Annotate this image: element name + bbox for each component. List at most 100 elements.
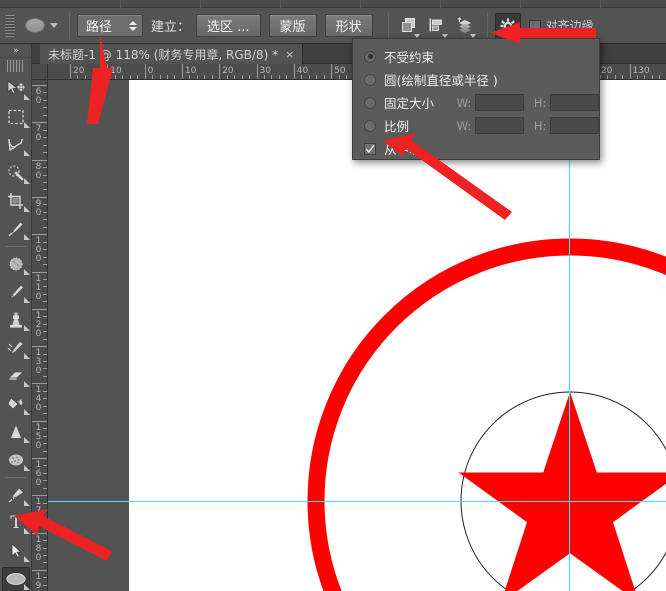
width-label: W: <box>456 95 472 110</box>
tool-mode-select[interactable]: 路径 <box>77 14 143 37</box>
brush-tool[interactable] <box>0 278 32 306</box>
width-label: W: <box>456 118 472 133</box>
path-selection-tool[interactable] <box>0 537 32 565</box>
ruler-label: 60 <box>35 87 42 106</box>
popup-radio-row-2[interactable]: 固定大小 W: H: <box>353 91 599 114</box>
path-alignment-icon[interactable] <box>424 13 450 39</box>
ruler-label: 110 <box>35 273 42 302</box>
collapse-tools-icon[interactable]: » <box>0 44 31 58</box>
popup-radio-row-1[interactable]: 圆(绘制直径或半径 ) <box>353 68 599 91</box>
ruler-tick-major <box>32 196 47 198</box>
make-shape-button[interactable]: 形状 <box>324 14 373 37</box>
ruler-label: 90 <box>35 198 42 218</box>
popup-option-label: 从中心 <box>384 142 422 157</box>
height-label: H: <box>533 95 547 110</box>
spot-healing-brush-tool[interactable] <box>0 250 32 278</box>
photoshop-window: 路径 建立： 选区 ... 蒙版 形状 对齐边缘 » T 未标题-1 @ 118… <box>0 0 666 591</box>
height-input-2[interactable] <box>550 94 599 111</box>
align-edges-label: 对齐边缘 <box>545 19 594 33</box>
ruler-tick-major <box>32 532 47 534</box>
ruler-label: 130 <box>35 348 42 377</box>
align-edges-checkbox[interactable]: 对齐边缘 <box>528 17 594 34</box>
document-tab[interactable]: 未标题-1 @ 118% (财务专用章, RGB/8) * × <box>40 44 304 64</box>
options-bar-grip[interactable] <box>5 14 15 37</box>
eyedropper-tool[interactable] <box>0 215 32 243</box>
ruler-label: 20 <box>73 66 85 76</box>
create-label: 建立： <box>151 20 191 35</box>
stepper-arrows-icon[interactable] <box>129 20 137 31</box>
popup-option-label: 固定大小 <box>384 96 435 111</box>
quick-selection-tool[interactable] <box>0 159 32 187</box>
type-tool[interactable]: T <box>0 509 32 537</box>
align-edges-box[interactable] <box>528 19 541 32</box>
ellipse-geometry-options-popup[interactable]: 不受约束圆(绘制直径或半径 ) 固定大小 W: H: 比例 W: H: 从中心 <box>352 38 600 160</box>
geometry-options-gear-icon[interactable] <box>494 12 521 39</box>
divider <box>69 12 70 39</box>
pen-tool[interactable] <box>0 481 32 509</box>
ruler-tick-major <box>32 420 47 422</box>
ruler-tick-major <box>144 64 146 79</box>
clone-stamp-tool[interactable] <box>0 306 32 334</box>
ruler-tick-major <box>32 85 47 86</box>
lasso-tool[interactable] <box>0 131 32 159</box>
ruler-label: 40 <box>296 66 309 76</box>
application-bar-strip <box>0 0 666 8</box>
radio-icon[interactable] <box>364 50 376 63</box>
ruler-label: 120 <box>35 310 42 339</box>
ruler-label: 10 <box>110 66 122 76</box>
ruler-corner[interactable] <box>32 64 48 80</box>
ruler-tick-major <box>32 308 47 310</box>
popup-checkbox-row-4[interactable]: 从中心 <box>353 137 599 160</box>
ruler-tick-major <box>32 569 47 571</box>
ruler-label: 130 <box>632 66 650 76</box>
ruler-tick-major <box>32 234 47 236</box>
history-brush-tool[interactable] <box>0 334 32 362</box>
path-arrangement-icon[interactable] <box>452 13 478 39</box>
tools-panel-grip[interactable] <box>6 60 25 72</box>
width-input-2[interactable] <box>475 94 524 111</box>
toolbar-divider <box>5 246 26 247</box>
ruler-label: 150 <box>35 422 42 451</box>
vertical-ruler[interactable]: 60 70 80 90 100 110 120 130 140 150 160 170 180 190 <box>32 80 48 591</box>
ruler-label: 50 <box>334 66 346 76</box>
ruler-tick-major <box>181 64 183 79</box>
checkbox-icon[interactable] <box>364 142 376 155</box>
dodge-tool[interactable] <box>0 446 32 474</box>
horizontal-guide-left-extension <box>48 501 129 502</box>
rectangular-marquee-tool[interactable] <box>0 103 32 131</box>
popup-option-label: 圆(绘制直径或半径 ) <box>384 73 498 88</box>
ellipse-tool-icon <box>25 18 45 33</box>
popup-radio-row-0[interactable]: 不受约束 <box>353 45 599 68</box>
blur-tool[interactable] <box>0 418 32 446</box>
ruler-label: 170 <box>35 497 42 526</box>
close-icon[interactable]: × <box>285 48 294 61</box>
ruler-tick-major <box>219 64 221 79</box>
chevron-down-icon[interactable] <box>50 23 58 28</box>
horizontal-guide <box>129 501 666 502</box>
ruler-label: 80 <box>35 161 42 181</box>
active-tool-preview[interactable] <box>21 12 62 40</box>
ruler-tick-major <box>32 122 47 124</box>
ruler-tick-major <box>32 346 47 348</box>
gradient-tool[interactable] <box>0 390 32 418</box>
ruler-tick-major <box>32 458 47 459</box>
ellipse-tool[interactable] <box>0 565 32 591</box>
ruler-label: 10 <box>184 66 197 76</box>
path-operations-icon[interactable] <box>396 13 422 39</box>
eraser-tool[interactable] <box>0 362 32 390</box>
ruler-tick-major <box>32 159 47 161</box>
ruler-tick-major <box>331 64 333 79</box>
popup-option-label: 不受约束 <box>384 50 435 65</box>
move-tool[interactable] <box>0 75 32 103</box>
radio-icon[interactable] <box>364 96 376 109</box>
make-mask-button[interactable]: 蒙版 <box>268 14 317 37</box>
width-input-3[interactable] <box>475 117 524 134</box>
radio-icon[interactable] <box>364 119 376 132</box>
crop-tool[interactable] <box>0 187 32 215</box>
ruler-label: 160 <box>35 460 42 488</box>
height-input-3[interactable] <box>550 117 599 134</box>
radio-icon[interactable] <box>364 73 376 86</box>
ruler-label: 100 <box>35 236 42 265</box>
make-selection-button[interactable]: 选区 ... <box>196 14 261 37</box>
popup-radio-row-3[interactable]: 比例 W: H: <box>353 114 599 137</box>
